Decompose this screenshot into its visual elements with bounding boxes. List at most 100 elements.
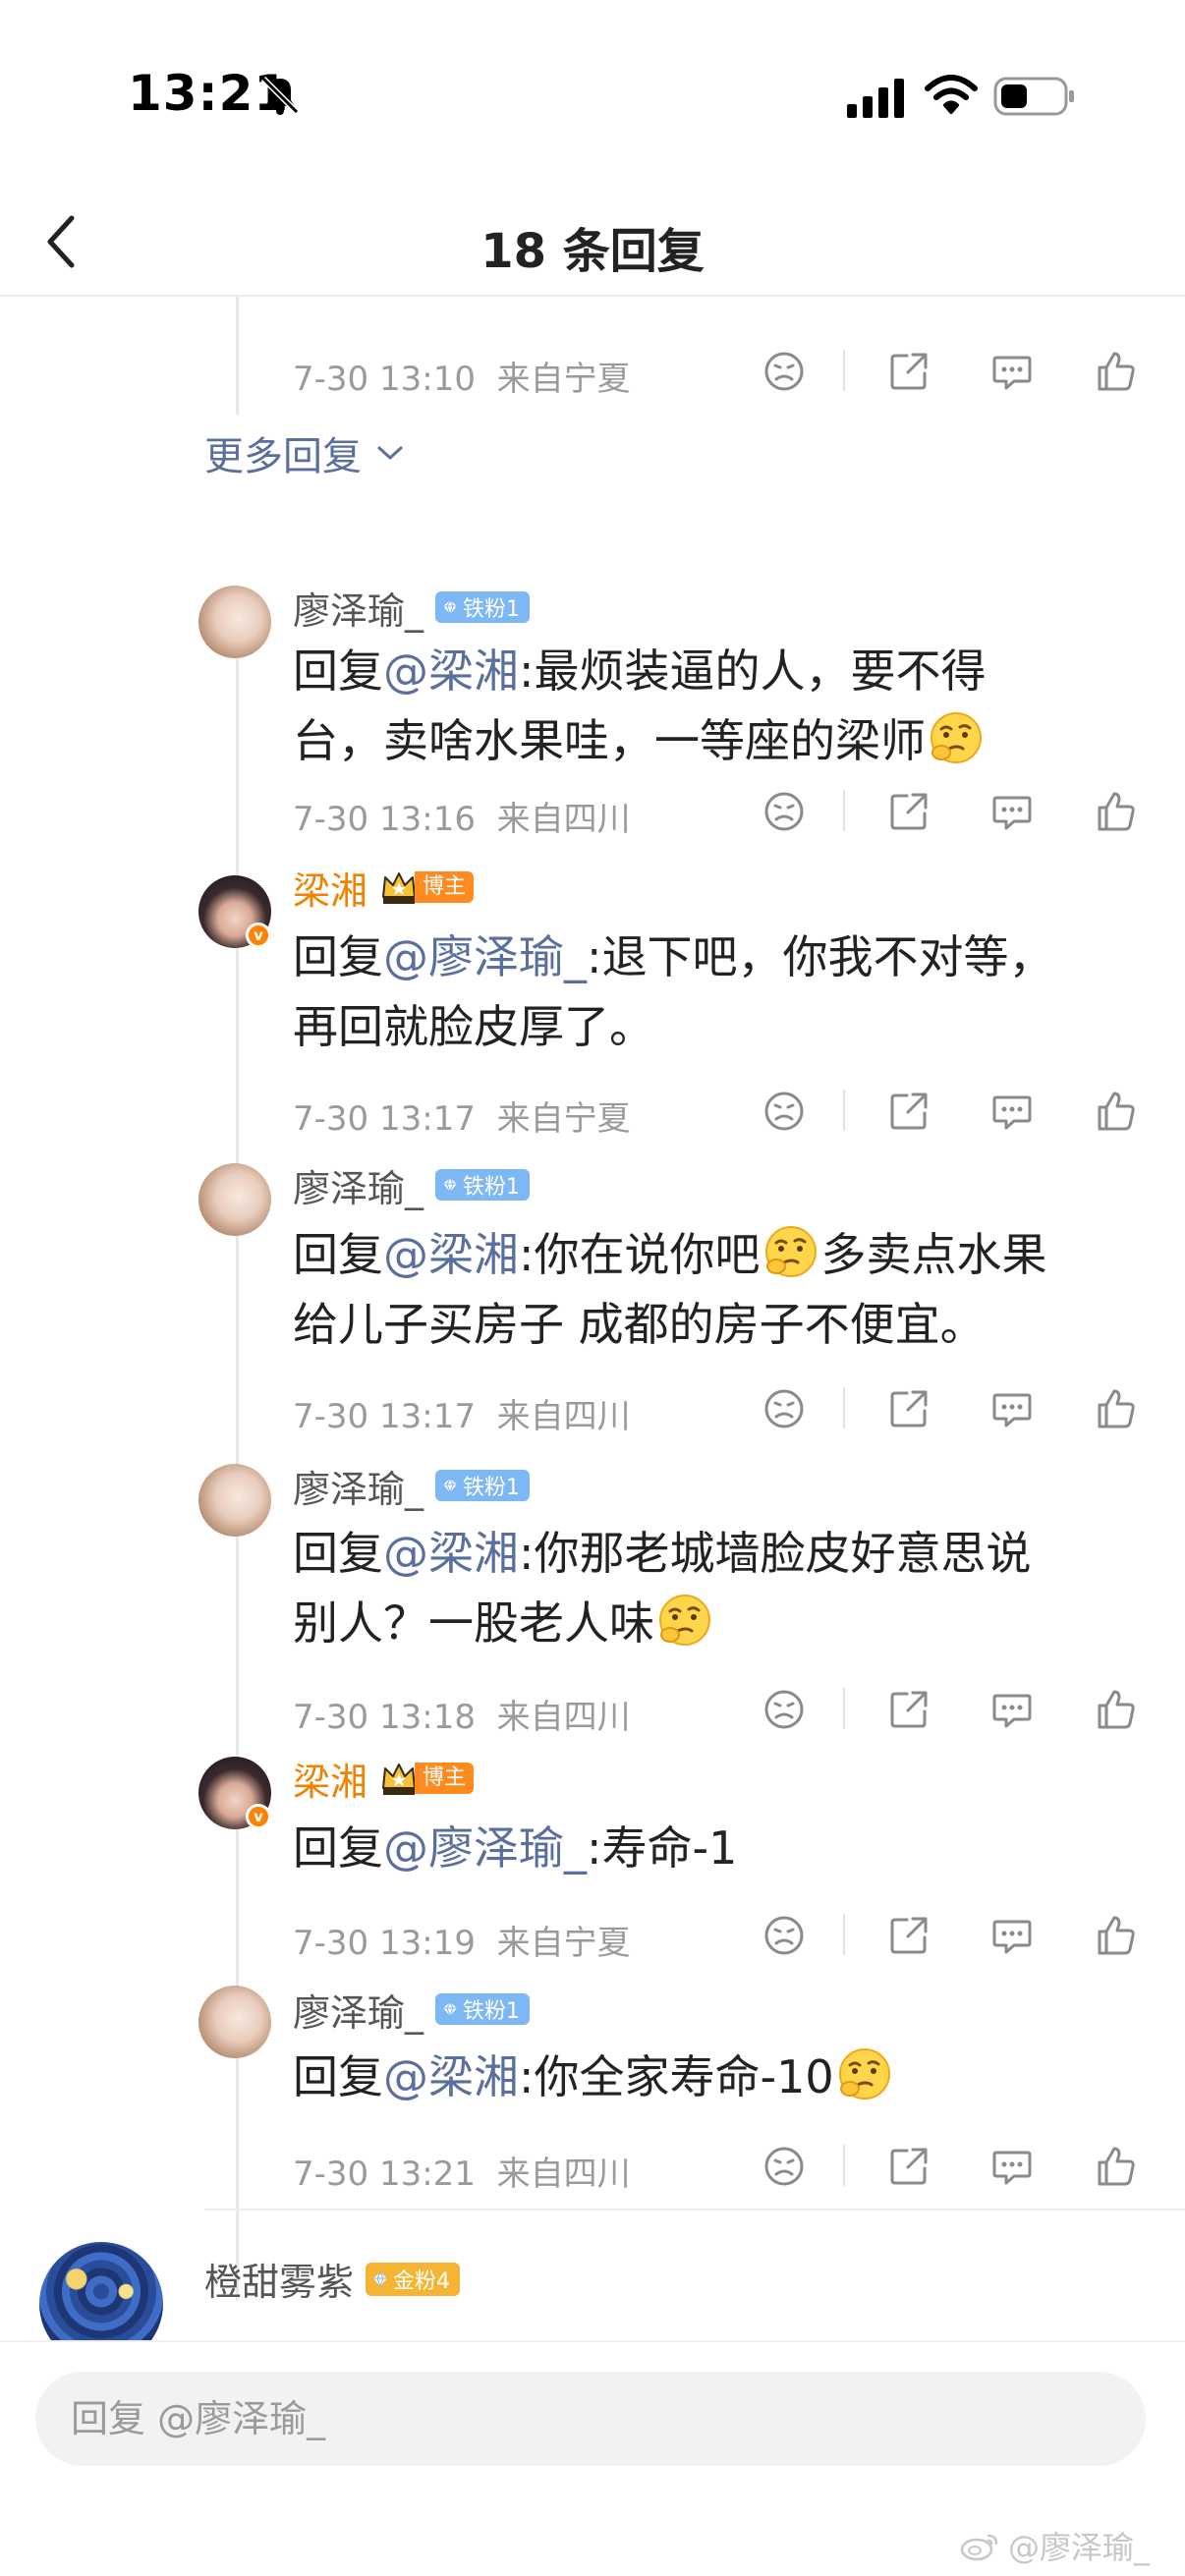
dislike-icon (764, 792, 804, 831)
share-button[interactable] (885, 2143, 932, 2190)
verified-icon: v (246, 1804, 271, 1829)
cut-off-text (293, 297, 308, 324)
fan-badge: 铁粉1 (435, 1993, 531, 2025)
comment-button[interactable] (988, 348, 1036, 395)
signal-icon (847, 79, 904, 118)
share-icon (890, 1691, 928, 1728)
user-name[interactable]: 梁湘 (293, 861, 367, 915)
diamond-icon (372, 2271, 388, 2286)
reply-date-location: 7-30 13:19 来自宁夏 (293, 1924, 631, 1963)
reply-content: 回复@廖泽瑜_:退下吧，你我不对等， 再回就脸皮厚了。 (293, 930, 1054, 1053)
like-button[interactable] (1092, 1686, 1139, 1733)
reply-header: 梁湘 博主 (293, 860, 475, 915)
reply-header: 廖泽瑜_ 铁粉1 (293, 1458, 531, 1513)
reply-content: 回复@梁湘:你在说你吧 多卖点水果 给儿子买房子 成都的房子不便宜。 (293, 1220, 1138, 1360)
crown-icon (382, 1764, 417, 1796)
reply-input[interactable] (35, 2372, 1146, 2466)
more-replies-button[interactable]: 更多回复 (204, 424, 405, 481)
fan-badge: 铁粉1 (435, 591, 531, 623)
like-button[interactable] (1092, 1912, 1139, 1959)
mention-link[interactable]: @梁湘 (383, 1228, 519, 1281)
divider (843, 1387, 845, 1428)
comment-button[interactable] (988, 1686, 1036, 1733)
dislike-button[interactable] (761, 1686, 808, 1733)
owner-badge: 博主 (379, 1759, 475, 1798)
comment-button[interactable] (988, 2143, 1036, 2190)
comment-icon (992, 1920, 1032, 1954)
mention-link[interactable]: @梁湘 (383, 1527, 519, 1580)
watermark-text: @廖泽瑜_ (1007, 2529, 1150, 2566)
like-button[interactable] (1092, 1385, 1139, 1432)
dislike-button[interactable] (761, 788, 808, 835)
thread-line (236, 297, 239, 415)
dislike-button[interactable] (761, 1385, 808, 1432)
like-icon (1098, 1916, 1135, 1955)
comment-icon (992, 796, 1032, 830)
avatar[interactable] (198, 1986, 271, 2058)
divider (843, 2145, 845, 2186)
share-button[interactable] (885, 1686, 932, 1733)
like-icon (1098, 1092, 1135, 1131)
weibo-logo-icon (960, 2534, 998, 2561)
reply-content: 回复@廖泽瑜_:寿命-1 (293, 1821, 738, 1875)
avatar[interactable] (198, 1163, 271, 1236)
comment-button[interactable] (988, 1088, 1036, 1135)
avatar[interactable] (198, 586, 271, 658)
user-name[interactable]: 梁湘 (293, 1752, 367, 1806)
mention-link[interactable]: @廖泽瑜_ (383, 930, 587, 983)
share-button[interactable] (885, 1088, 932, 1135)
reply-list[interactable]: 7-30 13:10 来自宁夏 更多回复 廖泽瑜_ 铁粉1 回复@梁湘:最烦装逼… (0, 297, 1185, 2340)
reply-meta: 7-30 13:21 来自四川 (293, 2137, 1157, 2196)
reply-content: 回复@梁湘:你那老城墙脸皮好意思说 别人？一股老人味 (293, 1527, 1032, 1650)
mention-link[interactable]: @梁湘 (383, 2050, 519, 2103)
share-icon (890, 353, 928, 390)
owner-badge: 博主 (379, 868, 475, 907)
comment-icon (992, 1393, 1032, 1428)
user-name[interactable]: 廖泽瑜_ (293, 1983, 423, 2037)
avatar[interactable] (39, 2242, 163, 2340)
share-icon (890, 1390, 928, 1428)
page-title: 18 条回复 (480, 224, 705, 279)
like-button[interactable] (1092, 788, 1139, 835)
reply-meta: 7-30 13:16 来自四川 (293, 782, 1157, 841)
comment-button[interactable] (988, 1912, 1036, 1959)
dislike-icon (764, 1389, 804, 1428)
mention-link[interactable]: @梁湘 (383, 644, 519, 698)
share-button[interactable] (885, 348, 932, 395)
comment-icon (992, 1694, 1032, 1728)
user-name[interactable]: 橙甜雾紫 (204, 2252, 354, 2306)
divider (843, 1688, 845, 1729)
like-button[interactable] (1092, 348, 1139, 395)
user-name[interactable]: 廖泽瑜_ (293, 581, 423, 635)
mention-link[interactable]: @廖泽瑜_ (383, 1821, 587, 1875)
dislike-button[interactable] (761, 2143, 808, 2190)
comment-button[interactable] (988, 788, 1036, 835)
reply-date-location: 7-30 13:21 来自四川 (293, 2155, 631, 2194)
dislike-button[interactable] (761, 1912, 808, 1959)
share-button[interactable] (885, 788, 932, 835)
avatar[interactable] (198, 1464, 271, 1537)
crown-icon (382, 872, 417, 905)
diamond-icon (442, 2001, 458, 2017)
bell-off-icon (260, 76, 300, 115)
like-icon (1098, 792, 1135, 831)
user-name[interactable]: 廖泽瑜_ (293, 1459, 423, 1513)
share-button[interactable] (885, 1912, 932, 1959)
status-bar: 13:21 (0, 0, 1185, 187)
dislike-icon (764, 1916, 804, 1955)
diamond-icon (442, 599, 458, 615)
user-name[interactable]: 廖泽瑜_ (293, 1158, 423, 1212)
like-button[interactable] (1092, 1088, 1139, 1135)
reply-header: 廖泽瑜_ 铁粉1 (293, 1157, 531, 1212)
like-button[interactable] (1092, 2143, 1139, 2190)
comment-button[interactable] (988, 1385, 1036, 1432)
dislike-button[interactable] (761, 1088, 808, 1135)
divider (204, 2209, 1185, 2211)
dislike-button[interactable] (761, 348, 808, 395)
verified-icon: v (246, 923, 271, 948)
reply-content: 回复@梁湘:最烦装逼的人，要不得 台，卖啥水果哇，一等座的梁师 (293, 644, 987, 767)
thinking-emoji-icon (658, 1594, 711, 1647)
dislike-icon (764, 352, 804, 391)
more-replies-label: 更多回复 (204, 434, 362, 479)
share-button[interactable] (885, 1385, 932, 1432)
